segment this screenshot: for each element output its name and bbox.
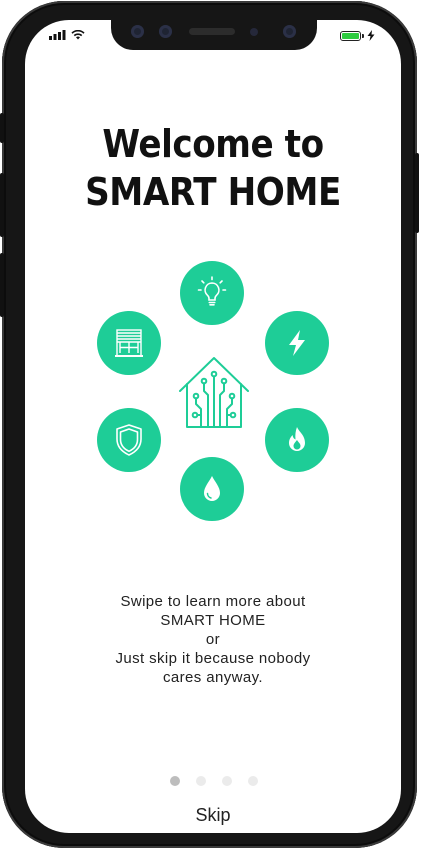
smart-house-icon	[177, 356, 251, 430]
phone-frame: Welcome to SMART HOME Swipe to learn mor…	[0, 1, 419, 848]
message-line: cares anyway.	[163, 669, 263, 686]
page-dot-2[interactable]	[196, 776, 206, 786]
power-bolt-icon	[265, 311, 329, 375]
flame-icon	[265, 408, 329, 472]
window-blinds-icon	[97, 311, 161, 375]
message-line: Swipe to learn more about	[120, 593, 306, 610]
page-dot-3[interactable]	[222, 776, 232, 786]
shield-icon	[97, 408, 161, 472]
mute-switch	[0, 113, 4, 143]
page-dot-4[interactable]	[248, 776, 258, 786]
message-line: SMART HOME	[160, 612, 266, 629]
app-screen: Welcome to SMART HOME Swipe to learn mor…	[25, 20, 401, 833]
water-drop-icon	[180, 457, 244, 521]
onboarding-message: Swipe to learn more about SMART HOME or …	[25, 592, 401, 687]
message-line: or	[205, 631, 221, 648]
skip-button[interactable]: Skip	[25, 805, 401, 826]
feature-icon-cluster	[25, 20, 401, 833]
power-button	[415, 153, 419, 233]
volume-up-button	[0, 173, 4, 237]
page-dot-1[interactable]	[170, 776, 180, 786]
lightbulb-icon	[180, 261, 244, 325]
page-indicator	[170, 776, 258, 786]
volume-down-button	[0, 253, 4, 317]
message-line: Just skip it because nobody	[115, 650, 311, 667]
